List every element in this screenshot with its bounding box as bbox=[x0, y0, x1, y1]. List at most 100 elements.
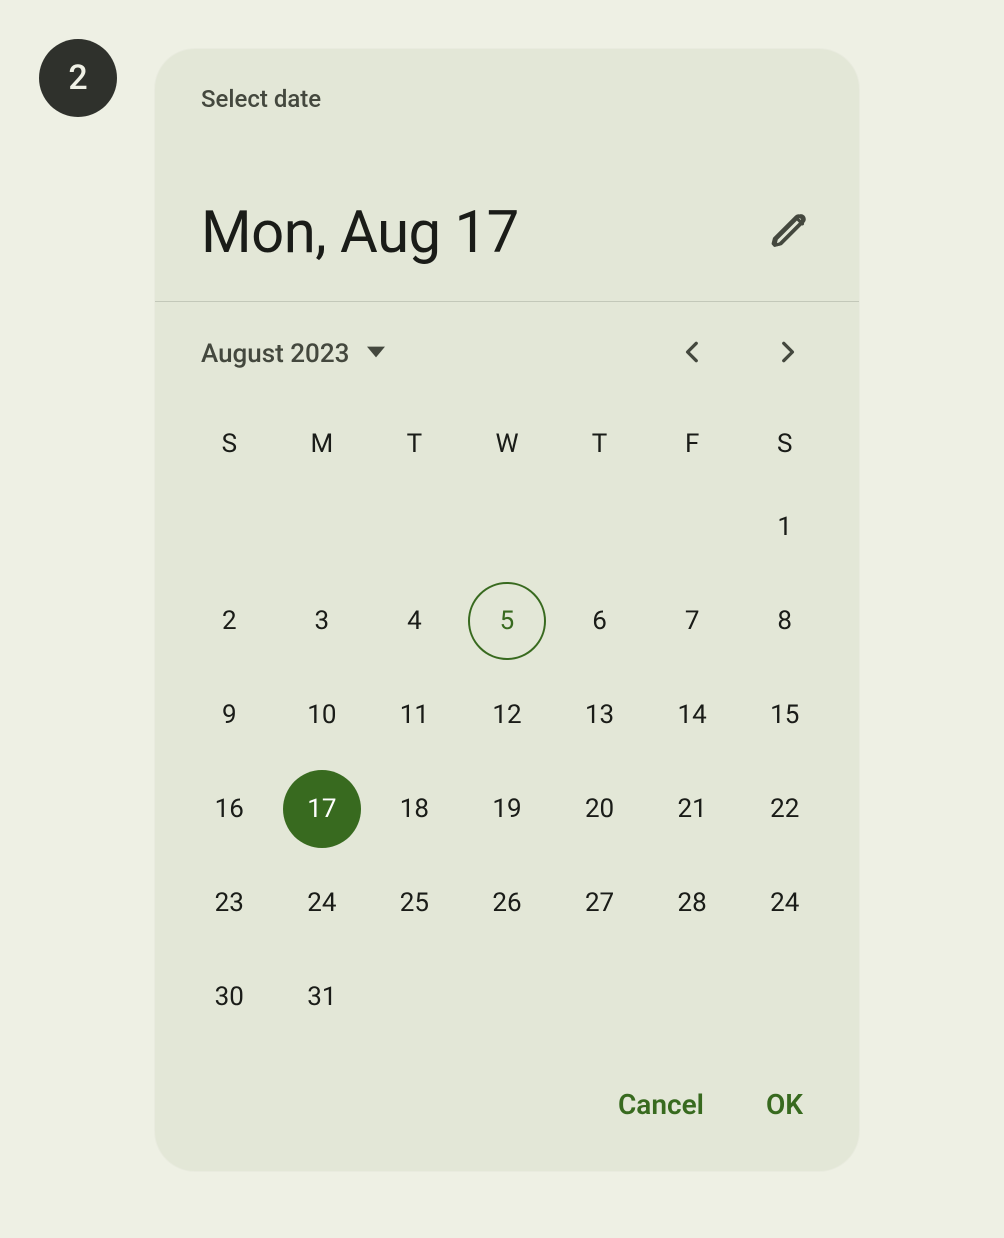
day-cell bbox=[646, 480, 739, 574]
week-row: 3031 bbox=[183, 950, 831, 1044]
day-number[interactable]: 26 bbox=[468, 864, 546, 942]
day-number[interactable]: 7 bbox=[653, 582, 731, 660]
day-number[interactable]: 17 bbox=[283, 770, 361, 848]
chevron-left-icon bbox=[680, 339, 706, 369]
month-nav bbox=[667, 328, 829, 380]
month-select[interactable]: August 2023 bbox=[201, 339, 385, 369]
week-row: 2345678 bbox=[183, 574, 831, 668]
day-number[interactable]: 30 bbox=[190, 958, 268, 1036]
day-cell[interactable]: 10 bbox=[276, 668, 369, 762]
day-cell[interactable]: 17 bbox=[276, 762, 369, 856]
day-cell bbox=[183, 480, 276, 574]
day-cell[interactable]: 7 bbox=[646, 574, 739, 668]
day-number[interactable]: 2 bbox=[190, 582, 268, 660]
day-number[interactable]: 24 bbox=[283, 864, 361, 942]
day-cell[interactable]: 25 bbox=[368, 856, 461, 950]
day-cell[interactable]: 3 bbox=[276, 574, 369, 668]
cancel-button[interactable]: Cancel bbox=[612, 1080, 710, 1129]
day-number[interactable]: 23 bbox=[190, 864, 268, 942]
day-cell[interactable]: 21 bbox=[646, 762, 739, 856]
day-cell[interactable]: 14 bbox=[646, 668, 739, 762]
day-number[interactable]: 21 bbox=[653, 770, 731, 848]
month-row: August 2023 bbox=[155, 302, 859, 388]
weekday-cell: S bbox=[738, 408, 831, 480]
day-cell[interactable]: 15 bbox=[738, 668, 831, 762]
weekday-row: SMTWTFS bbox=[183, 408, 831, 480]
day-number[interactable]: 3 bbox=[283, 582, 361, 660]
day-number bbox=[653, 958, 731, 1036]
weekday-cell: M bbox=[276, 408, 369, 480]
day-number[interactable]: 5 bbox=[468, 582, 546, 660]
day-cell[interactable]: 1 bbox=[738, 480, 831, 574]
day-number[interactable]: 16 bbox=[190, 770, 268, 848]
day-cell[interactable]: 16 bbox=[183, 762, 276, 856]
day-number[interactable]: 4 bbox=[375, 582, 453, 660]
day-cell[interactable]: 30 bbox=[183, 950, 276, 1044]
day-number[interactable]: 1 bbox=[746, 488, 824, 566]
day-number[interactable]: 6 bbox=[561, 582, 639, 660]
day-number[interactable]: 8 bbox=[746, 582, 824, 660]
day-cell bbox=[368, 950, 461, 1044]
day-cell[interactable]: 28 bbox=[646, 856, 739, 950]
ok-button[interactable]: OK bbox=[760, 1080, 809, 1129]
prev-month-button[interactable] bbox=[667, 328, 719, 380]
day-number bbox=[653, 488, 731, 566]
day-cell[interactable]: 2 bbox=[183, 574, 276, 668]
day-cell[interactable]: 26 bbox=[461, 856, 554, 950]
day-number bbox=[375, 958, 453, 1036]
day-cell[interactable]: 18 bbox=[368, 762, 461, 856]
day-number[interactable]: 22 bbox=[746, 770, 824, 848]
day-cell[interactable]: 5 bbox=[461, 574, 554, 668]
day-cell[interactable]: 12 bbox=[461, 668, 554, 762]
day-number[interactable]: 15 bbox=[746, 676, 824, 754]
day-number[interactable]: 31 bbox=[283, 958, 361, 1036]
edit-button[interactable] bbox=[765, 209, 813, 257]
day-cell[interactable]: 24 bbox=[276, 856, 369, 950]
day-number[interactable]: 12 bbox=[468, 676, 546, 754]
chevron-right-icon bbox=[774, 339, 800, 369]
weekday-cell: T bbox=[368, 408, 461, 480]
day-cell[interactable]: 8 bbox=[738, 574, 831, 668]
day-number bbox=[190, 488, 268, 566]
supporting-text: Select date bbox=[201, 85, 813, 113]
dialog-actions: Cancel OK bbox=[155, 1054, 859, 1171]
weekday-cell: T bbox=[553, 408, 646, 480]
day-number[interactable]: 10 bbox=[283, 676, 361, 754]
day-cell bbox=[461, 950, 554, 1044]
day-number[interactable]: 13 bbox=[561, 676, 639, 754]
day-number[interactable]: 20 bbox=[561, 770, 639, 848]
day-number[interactable]: 28 bbox=[653, 864, 731, 942]
day-number[interactable]: 27 bbox=[561, 864, 639, 942]
day-cell[interactable]: 23 bbox=[183, 856, 276, 950]
day-cell[interactable]: 4 bbox=[368, 574, 461, 668]
weekday-cell: F bbox=[646, 408, 739, 480]
day-cell[interactable]: 22 bbox=[738, 762, 831, 856]
day-number[interactable]: 14 bbox=[653, 676, 731, 754]
day-cell[interactable]: 20 bbox=[553, 762, 646, 856]
day-number[interactable]: 11 bbox=[375, 676, 453, 754]
day-cell[interactable]: 6 bbox=[553, 574, 646, 668]
day-number[interactable]: 9 bbox=[190, 676, 268, 754]
step-badge: 2 bbox=[39, 39, 117, 117]
day-number[interactable]: 18 bbox=[375, 770, 453, 848]
calendar-grid: SMTWTFS 12345678910111213141516171819202… bbox=[155, 388, 859, 1054]
day-number[interactable]: 24 bbox=[746, 864, 824, 942]
day-cell[interactable]: 13 bbox=[553, 668, 646, 762]
day-number bbox=[561, 488, 639, 566]
date-picker-card: Select date Mon, Aug 17 August 2023 bbox=[155, 49, 859, 1171]
week-row: 1 bbox=[183, 480, 831, 574]
day-cell[interactable]: 27 bbox=[553, 856, 646, 950]
next-month-button[interactable] bbox=[761, 328, 813, 380]
day-cell[interactable]: 31 bbox=[276, 950, 369, 1044]
day-cell[interactable]: 11 bbox=[368, 668, 461, 762]
card-header: Select date Mon, Aug 17 bbox=[155, 49, 859, 301]
week-row: 23242526272824 bbox=[183, 856, 831, 950]
day-cell[interactable]: 9 bbox=[183, 668, 276, 762]
day-number[interactable]: 19 bbox=[468, 770, 546, 848]
day-number bbox=[468, 958, 546, 1036]
month-label: August 2023 bbox=[201, 339, 349, 369]
day-cell[interactable]: 24 bbox=[738, 856, 831, 950]
weeks-container: 1234567891011121314151617181920212223242… bbox=[183, 480, 831, 1044]
day-number[interactable]: 25 bbox=[375, 864, 453, 942]
day-cell[interactable]: 19 bbox=[461, 762, 554, 856]
